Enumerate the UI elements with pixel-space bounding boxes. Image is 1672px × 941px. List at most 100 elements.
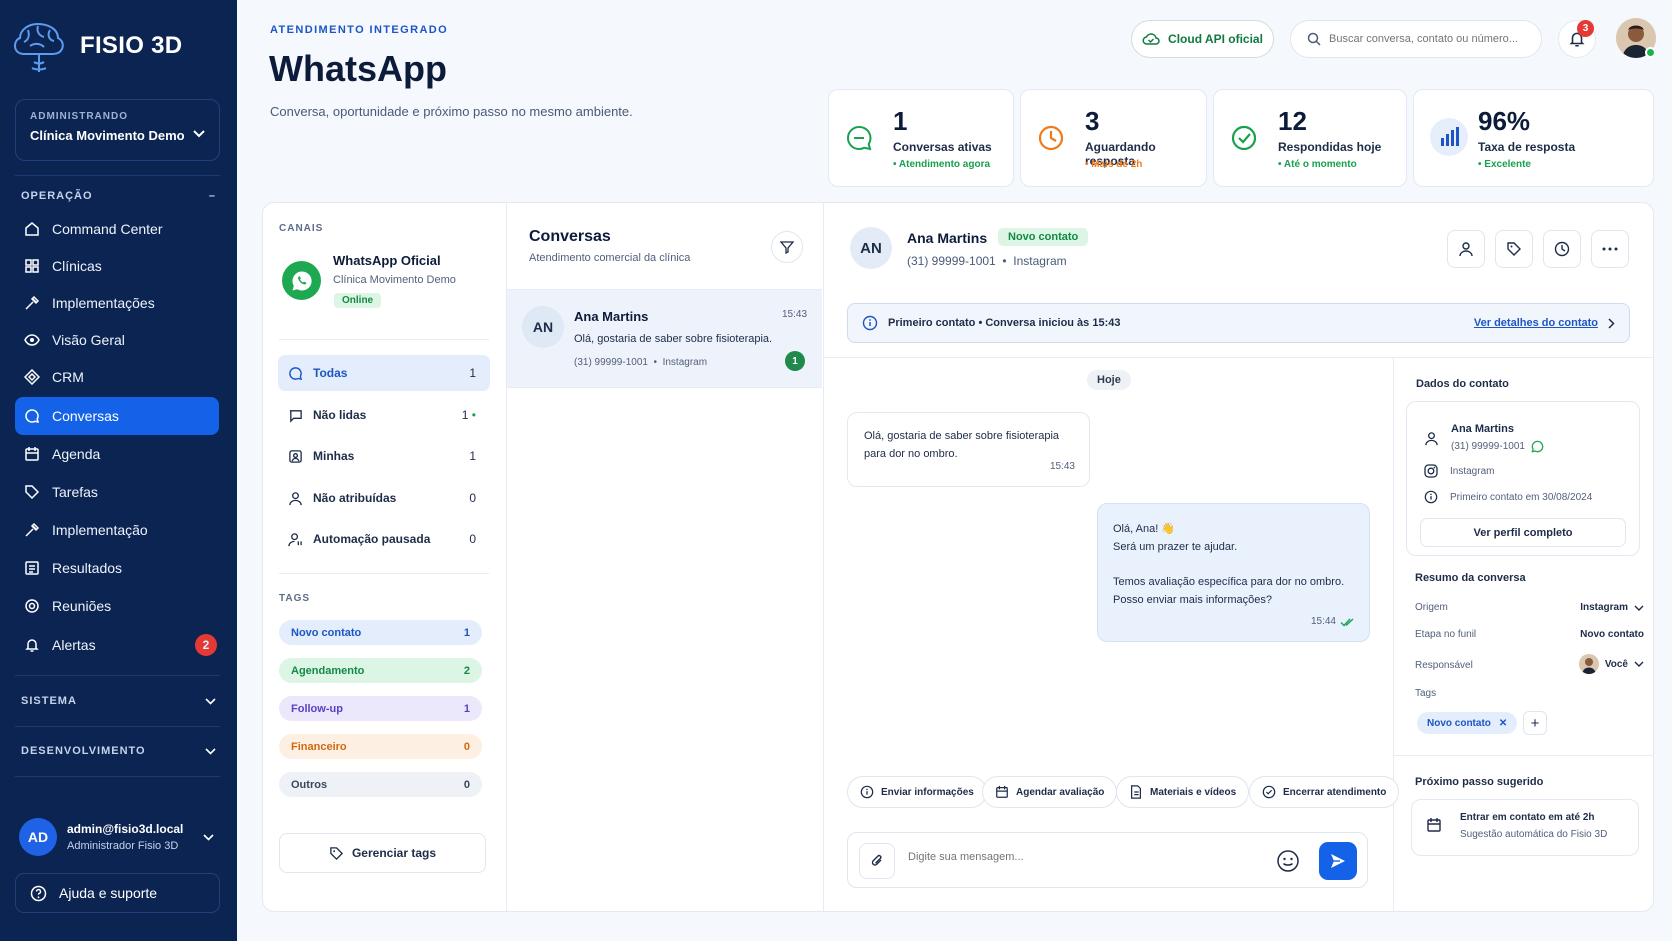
cloud-icon bbox=[1142, 32, 1160, 46]
assign-user-button[interactable] bbox=[1447, 230, 1485, 268]
cloud-api-label: Cloud API oficial bbox=[1168, 32, 1263, 46]
sidebar-item-label: Tarefas bbox=[52, 484, 98, 500]
tag-button[interactable] bbox=[1495, 230, 1533, 268]
more-button[interactable] bbox=[1591, 230, 1629, 268]
section-operacao[interactable]: OPERAÇÃO – bbox=[21, 190, 216, 202]
notification-count-badge: 3 bbox=[1577, 20, 1594, 37]
manage-tags-button[interactable]: Gerenciar tags bbox=[279, 833, 486, 873]
sidebar-item-crm[interactable]: CRM bbox=[15, 358, 219, 396]
send-button[interactable] bbox=[1319, 842, 1357, 880]
stat-card-active: 1 Conversas ativas • Atendimento agora bbox=[828, 89, 1014, 187]
add-tag-button[interactable]: + bbox=[1523, 711, 1547, 735]
stat-value: 12 bbox=[1278, 106, 1307, 136]
contact-details-link[interactable]: Ver detalhes do contato bbox=[1474, 317, 1615, 329]
view-profile-button[interactable]: Ver perfil completo bbox=[1420, 518, 1626, 547]
tags-label: Tags bbox=[1415, 688, 1437, 699]
sidebar-item-tarefas[interactable]: Tarefas bbox=[15, 473, 219, 511]
user-square-icon bbox=[288, 449, 303, 464]
sidebar-item-visao-geral[interactable]: Visão Geral bbox=[15, 321, 219, 359]
sidebar-item-command-center[interactable]: Command Center bbox=[15, 210, 219, 248]
filter-nao-lidas[interactable]: Não lidas 1 • bbox=[278, 397, 490, 433]
contact-tag[interactable]: Novo contato ✕ bbox=[1417, 712, 1518, 734]
contact-phone: (31) 99999-1001 bbox=[1451, 441, 1525, 452]
whatsapp-icon[interactable] bbox=[282, 261, 321, 300]
tag-financeiro[interactable]: Financeiro 0 bbox=[279, 734, 482, 759]
quick-action-label: Enviar informações bbox=[881, 786, 974, 798]
close-chat-button[interactable]: Encerrar atendimento bbox=[1249, 776, 1400, 808]
clinic-selector[interactable]: ADMINISTRANDO Clínica Movimento Demo bbox=[15, 99, 220, 161]
chat-icon bbox=[845, 124, 873, 152]
contact-first: Primeiro contato em 30/08/2024 bbox=[1450, 491, 1593, 503]
section-desenvolvimento[interactable]: DESENVOLVIMENTO bbox=[21, 745, 216, 757]
origin-select[interactable]: Instagram bbox=[1580, 602, 1644, 613]
sidebar-item-resultados[interactable]: Resultados bbox=[15, 549, 219, 587]
next-step-sub: Sugestão automática do Fisio 3D bbox=[1460, 829, 1608, 840]
chevron-down-icon bbox=[193, 130, 205, 138]
stat-card-answered: 12 Respondidas hoje • Até o momento bbox=[1213, 89, 1407, 187]
instagram-icon bbox=[1424, 464, 1438, 478]
attach-button[interactable] bbox=[859, 843, 895, 879]
conversation-preview: Olá, gostaria de saber sobre fisioterapi… bbox=[574, 333, 773, 345]
contact-panel-title: Dados do contato bbox=[1416, 378, 1509, 390]
sidebar-item-label: Implementação bbox=[52, 522, 148, 538]
alert-count-badge: 2 bbox=[195, 634, 217, 656]
history-button[interactable] bbox=[1543, 230, 1581, 268]
sidebar-item-conversas[interactable]: Conversas bbox=[15, 397, 219, 435]
stat-sub: • Excelente bbox=[1478, 159, 1531, 170]
sidebar-item-implementacao[interactable]: Implementação bbox=[15, 511, 219, 549]
brand-logo[interactable]: FISIO 3D bbox=[8, 16, 182, 76]
chevron-down-icon bbox=[1634, 661, 1644, 667]
cloud-api-button[interactable]: Cloud API oficial bbox=[1131, 20, 1274, 58]
emoji-icon[interactable] bbox=[1276, 849, 1300, 873]
stat-sub: • Atendimento agora bbox=[893, 159, 991, 170]
section-sistema[interactable]: SISTEMA bbox=[21, 695, 216, 707]
search-box[interactable] bbox=[1290, 20, 1542, 58]
calendar-icon bbox=[995, 785, 1009, 799]
chevron-down-icon bbox=[203, 833, 214, 841]
tags-label: TAGS bbox=[279, 593, 311, 604]
filter-label: Automação pausada bbox=[313, 532, 431, 546]
filter-nao-atribuidas[interactable]: Não atribuídas 0 bbox=[278, 480, 490, 516]
chevron-down-icon bbox=[205, 697, 216, 705]
schedule-button[interactable]: Agendar avaliação bbox=[982, 776, 1118, 808]
send-info-button[interactable]: Enviar informações bbox=[847, 776, 987, 808]
sidebar-item-alertas[interactable]: Alertas 2 bbox=[15, 626, 219, 664]
page-eyebrow: ATENDIMENTO INTEGRADO bbox=[270, 24, 449, 36]
close-icon[interactable]: ✕ bbox=[1499, 718, 1507, 729]
sidebar-item-agenda[interactable]: Agenda bbox=[15, 435, 219, 473]
divider bbox=[1393, 357, 1394, 911]
filter-count: 1 • bbox=[461, 408, 476, 422]
message-input[interactable] bbox=[908, 851, 1208, 863]
conversations-title: Conversas bbox=[529, 228, 611, 245]
filter-minhas[interactable]: Minhas 1 bbox=[278, 438, 490, 474]
tag-follow-up[interactable]: Follow-up 1 bbox=[279, 696, 482, 721]
filter-automacao-pausada[interactable]: Automação pausada 0 bbox=[278, 521, 490, 557]
sidebar-item-implementacoes[interactable]: Implementações bbox=[15, 284, 219, 322]
filter-label: Todas bbox=[313, 366, 348, 380]
message-time: 15:43 bbox=[1049, 461, 1075, 472]
user-email: admin@fisio3d.local bbox=[67, 822, 184, 836]
calendar-icon bbox=[1426, 817, 1442, 833]
contact-source-row: Instagram bbox=[1424, 464, 1494, 478]
sidebar-item-reunioes[interactable]: Reuniões bbox=[15, 587, 219, 625]
tag-novo-contato[interactable]: Novo contato 1 bbox=[279, 620, 482, 645]
info-icon bbox=[1424, 490, 1438, 504]
filter-button[interactable] bbox=[771, 231, 803, 263]
summary-title: Resumo da conversa bbox=[1415, 572, 1526, 584]
divider bbox=[15, 675, 220, 676]
message-time: 15:44 bbox=[1311, 613, 1355, 631]
next-step-card[interactable] bbox=[1411, 799, 1639, 856]
responsible-select[interactable]: Você bbox=[1578, 654, 1644, 674]
clock-icon bbox=[1554, 241, 1570, 257]
materials-button[interactable]: Materiais e vídeos bbox=[1116, 776, 1250, 808]
tag-agendamento[interactable]: Agendamento 2 bbox=[279, 658, 482, 683]
eye-icon bbox=[24, 332, 40, 348]
user-menu[interactable]: AD admin@fisio3d.local Administrador Fis… bbox=[15, 812, 220, 862]
tag-outros[interactable]: Outros 0 bbox=[279, 772, 482, 797]
filter-todas[interactable]: Todas 1 bbox=[278, 355, 490, 391]
help-button[interactable]: Ajuda e suporte bbox=[15, 873, 220, 913]
tag-label: Agendamento bbox=[291, 664, 365, 677]
search-input[interactable] bbox=[1329, 33, 1529, 45]
sidebar-item-clinicas[interactable]: Clínicas bbox=[15, 247, 219, 285]
contact-first-row: Primeiro contato em 30/08/2024 bbox=[1424, 490, 1592, 504]
